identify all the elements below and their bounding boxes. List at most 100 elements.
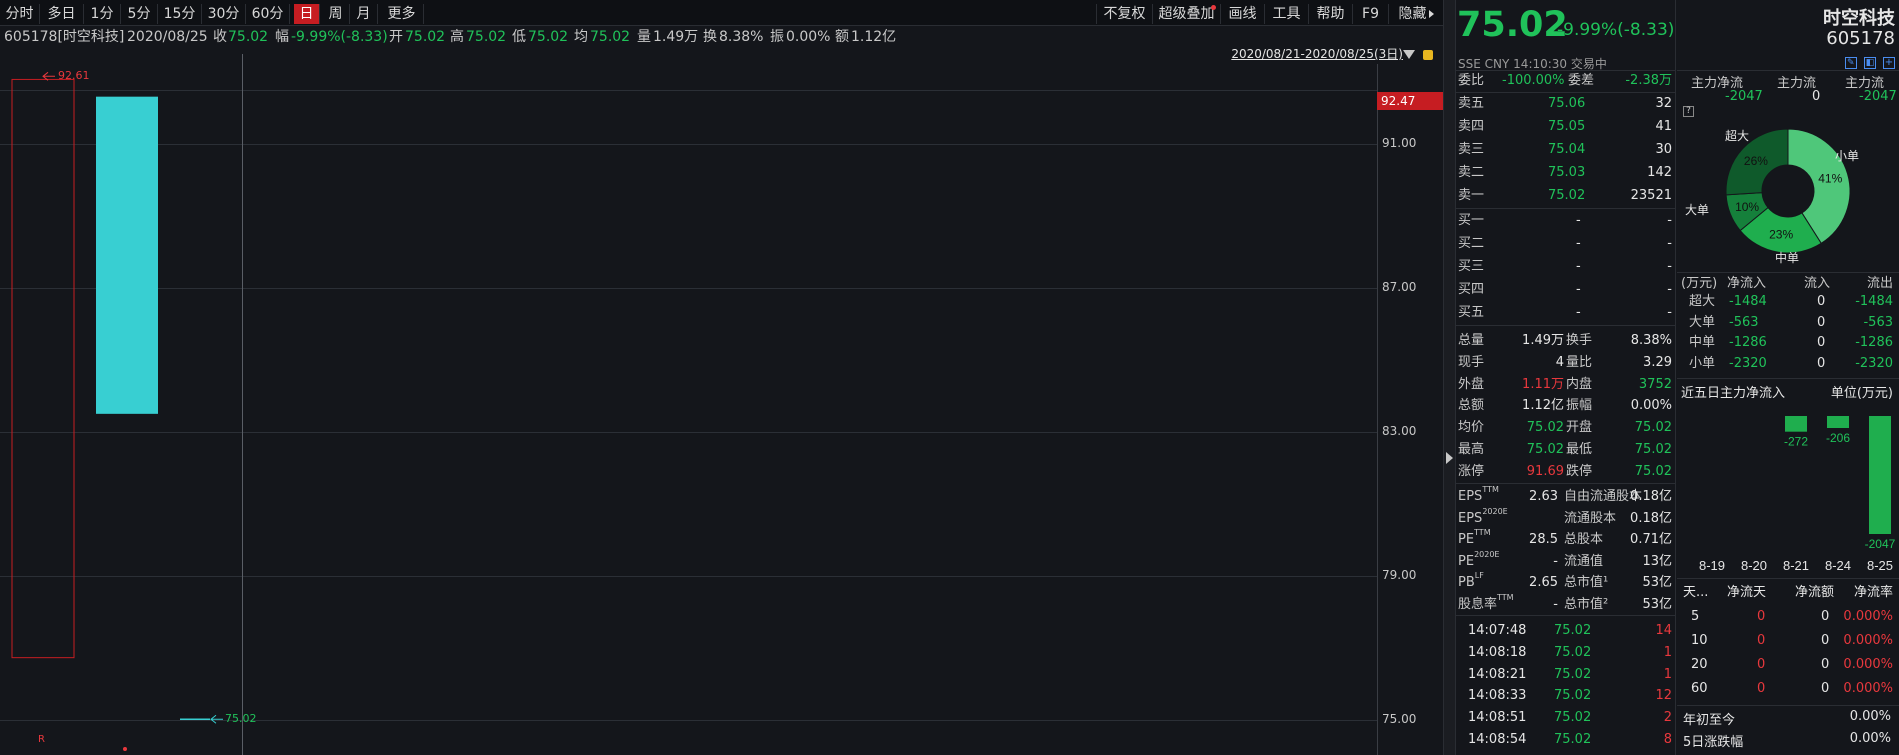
- fund-label: 总股本: [1564, 532, 1604, 548]
- flow-table-row: 中单 -1286 0 -1286: [1677, 333, 1899, 353]
- price-axis: 91.00 87.00 83.00 79.00 75.00: [1377, 64, 1443, 755]
- flow-in: 0: [1817, 356, 1826, 372]
- stat-value: 75.02: [1526, 420, 1564, 436]
- lock-icon[interactable]: [1423, 50, 1433, 60]
- overlay-button[interactable]: 超级叠加: [1152, 4, 1220, 24]
- f9-button[interactable]: F9: [1352, 4, 1388, 24]
- buy-volume: -: [1667, 282, 1672, 297]
- tab-30min[interactable]: 30分: [202, 4, 246, 24]
- sell-level-label: 卖四: [1458, 119, 1485, 134]
- five-day-bar: [1827, 416, 1849, 428]
- five-day-date: 8-21: [1783, 558, 1809, 573]
- close-value: 75.02: [228, 29, 269, 45]
- fund-value: -: [1553, 553, 1558, 569]
- stat-value: 1.12亿: [1522, 398, 1564, 414]
- low-marker-arrow: [210, 714, 223, 724]
- five-day-value: -2047: [1865, 537, 1896, 551]
- fund-value: 0.18亿: [1630, 489, 1672, 504]
- flow-donut: 41% 小单 23% 中单 10% 大单 26% 超大: [1685, 128, 1859, 265]
- hide-button[interactable]: 隐藏: [1388, 4, 1443, 24]
- fund-label-sup: LF: [1474, 571, 1484, 581]
- currency: CNY: [1484, 57, 1510, 71]
- settings-icon[interactable]: ◧: [1863, 57, 1876, 69]
- high-label: 高: [450, 29, 464, 45]
- flow-out: -563: [1863, 314, 1893, 330]
- sell-level-label: 卖三: [1458, 142, 1485, 157]
- five-day-value: -206: [1826, 431, 1850, 445]
- stat-value: 75.02: [1634, 420, 1672, 436]
- info-bar: 605178[时空科技] 2020/08/25 收 75.02 幅 -9.99%…: [0, 26, 1443, 48]
- fund-row: PBLF 2.65 总市值¹ 53亿: [1456, 572, 1676, 594]
- stat-label: 开盘: [1566, 420, 1593, 436]
- period-net-rate: 0.000%: [1843, 681, 1893, 696]
- high-marker-label: 92.61: [58, 69, 90, 83]
- stat-label: 跌停: [1566, 463, 1593, 479]
- tab-5min[interactable]: 5分: [121, 4, 158, 24]
- tools-button[interactable]: 工具: [1264, 4, 1308, 24]
- stats-row: 总量 1.49万 换手 8.38%: [1456, 330, 1676, 352]
- fund-label-text: PE: [1458, 553, 1475, 569]
- main-net-value: -2047: [1725, 89, 1763, 104]
- tick-time: 14:08:33: [1468, 688, 1527, 704]
- sell-volume: 142: [1647, 165, 1672, 180]
- buy-volume: -: [1667, 213, 1672, 228]
- five-chg-label: 5日涨跌幅: [1683, 735, 1744, 750]
- stat-value: 3752: [1638, 376, 1672, 392]
- period-toolbar: 分时 多日 1分 5分 15分 30分 60分 日 周 月 更多 不复权 超级叠…: [0, 0, 1443, 26]
- flow-table-row: 超大 -1484 0 -1484: [1677, 292, 1899, 312]
- period-days: 60: [1691, 681, 1708, 696]
- five-day-date: 8-25: [1867, 558, 1893, 573]
- fund-label-text: EPS: [1458, 489, 1483, 504]
- sell-volume: 32: [1655, 96, 1672, 111]
- vol-label: 量: [637, 29, 651, 45]
- buy-volume: -: [1667, 236, 1672, 251]
- avg-label: 均: [574, 29, 588, 45]
- fund-label: 流通值: [1564, 553, 1604, 569]
- tab-60min[interactable]: 60分: [246, 4, 290, 24]
- tab-monthly[interactable]: 月: [350, 4, 378, 24]
- tab-daily[interactable]: 日: [294, 4, 320, 24]
- amt-label: 额: [835, 29, 849, 45]
- low-value: 75.02: [528, 29, 569, 45]
- sell-price: 75.06: [1548, 96, 1586, 111]
- kline-panel: 分时 多日 1分 5分 15分 30分 60分 日 周 月 更多 不复权 超级叠…: [0, 0, 1443, 755]
- dropdown-triangle-icon[interactable]: [1403, 50, 1415, 59]
- tick-row: 14:07:48 75.02 14: [1456, 620, 1676, 642]
- fund-value: 0.71亿: [1630, 532, 1672, 548]
- no-adjust-button[interactable]: 不复权: [1096, 4, 1152, 24]
- fund-label-sup: TTM: [1474, 528, 1491, 538]
- candle-chart[interactable]: 92.61 75.02 R: [0, 54, 1377, 755]
- stat-value: 0.00%: [1630, 398, 1672, 414]
- five-day-date: 8-20: [1741, 558, 1767, 573]
- buy-volume: -: [1667, 259, 1672, 274]
- donut-slice-name: 中单: [1775, 250, 1799, 265]
- turn-label: 换: [703, 29, 717, 45]
- low-label: 低: [512, 29, 526, 45]
- date-range-link[interactable]: 2020/08/21-2020/08/25(3日): [1231, 46, 1403, 62]
- stat-label: 总量: [1458, 333, 1485, 348]
- stat-value: 1.49万: [1522, 333, 1564, 348]
- collapse-handle[interactable]: [1443, 0, 1456, 755]
- tab-15min[interactable]: 15分: [158, 4, 202, 24]
- fund-label-text: 股息率: [1458, 597, 1498, 612]
- stat-label: 换手: [1566, 333, 1593, 348]
- stat-label: 最高: [1458, 442, 1485, 457]
- tab-multiday[interactable]: 多日: [40, 4, 84, 24]
- tab-more[interactable]: 更多: [380, 4, 424, 24]
- buy-level-label: 买三: [1458, 259, 1485, 274]
- help-button[interactable]: 帮助: [1308, 4, 1352, 24]
- tab-intraday[interactable]: 分时: [0, 4, 40, 24]
- fund-label-text: PB: [1458, 575, 1475, 591]
- edit-icon[interactable]: ✎: [1844, 57, 1857, 69]
- sell-row: 卖三 75.04 30: [1456, 139, 1676, 161]
- buy-row: 买四 - -: [1456, 279, 1676, 301]
- tab-1min[interactable]: 1分: [84, 4, 121, 24]
- draw-line-button[interactable]: 画线: [1220, 4, 1264, 24]
- five-day-title: 近五日主力净流入: [1681, 386, 1786, 401]
- sell-level-label: 卖二: [1458, 165, 1485, 180]
- flow-out: -2320: [1855, 356, 1893, 372]
- stats-row: 最高 75.02 最低 75.02: [1456, 439, 1676, 461]
- fund-value: 2.65: [1529, 575, 1558, 591]
- tab-weekly[interactable]: 周: [322, 4, 350, 24]
- add-icon[interactable]: +: [1883, 57, 1895, 69]
